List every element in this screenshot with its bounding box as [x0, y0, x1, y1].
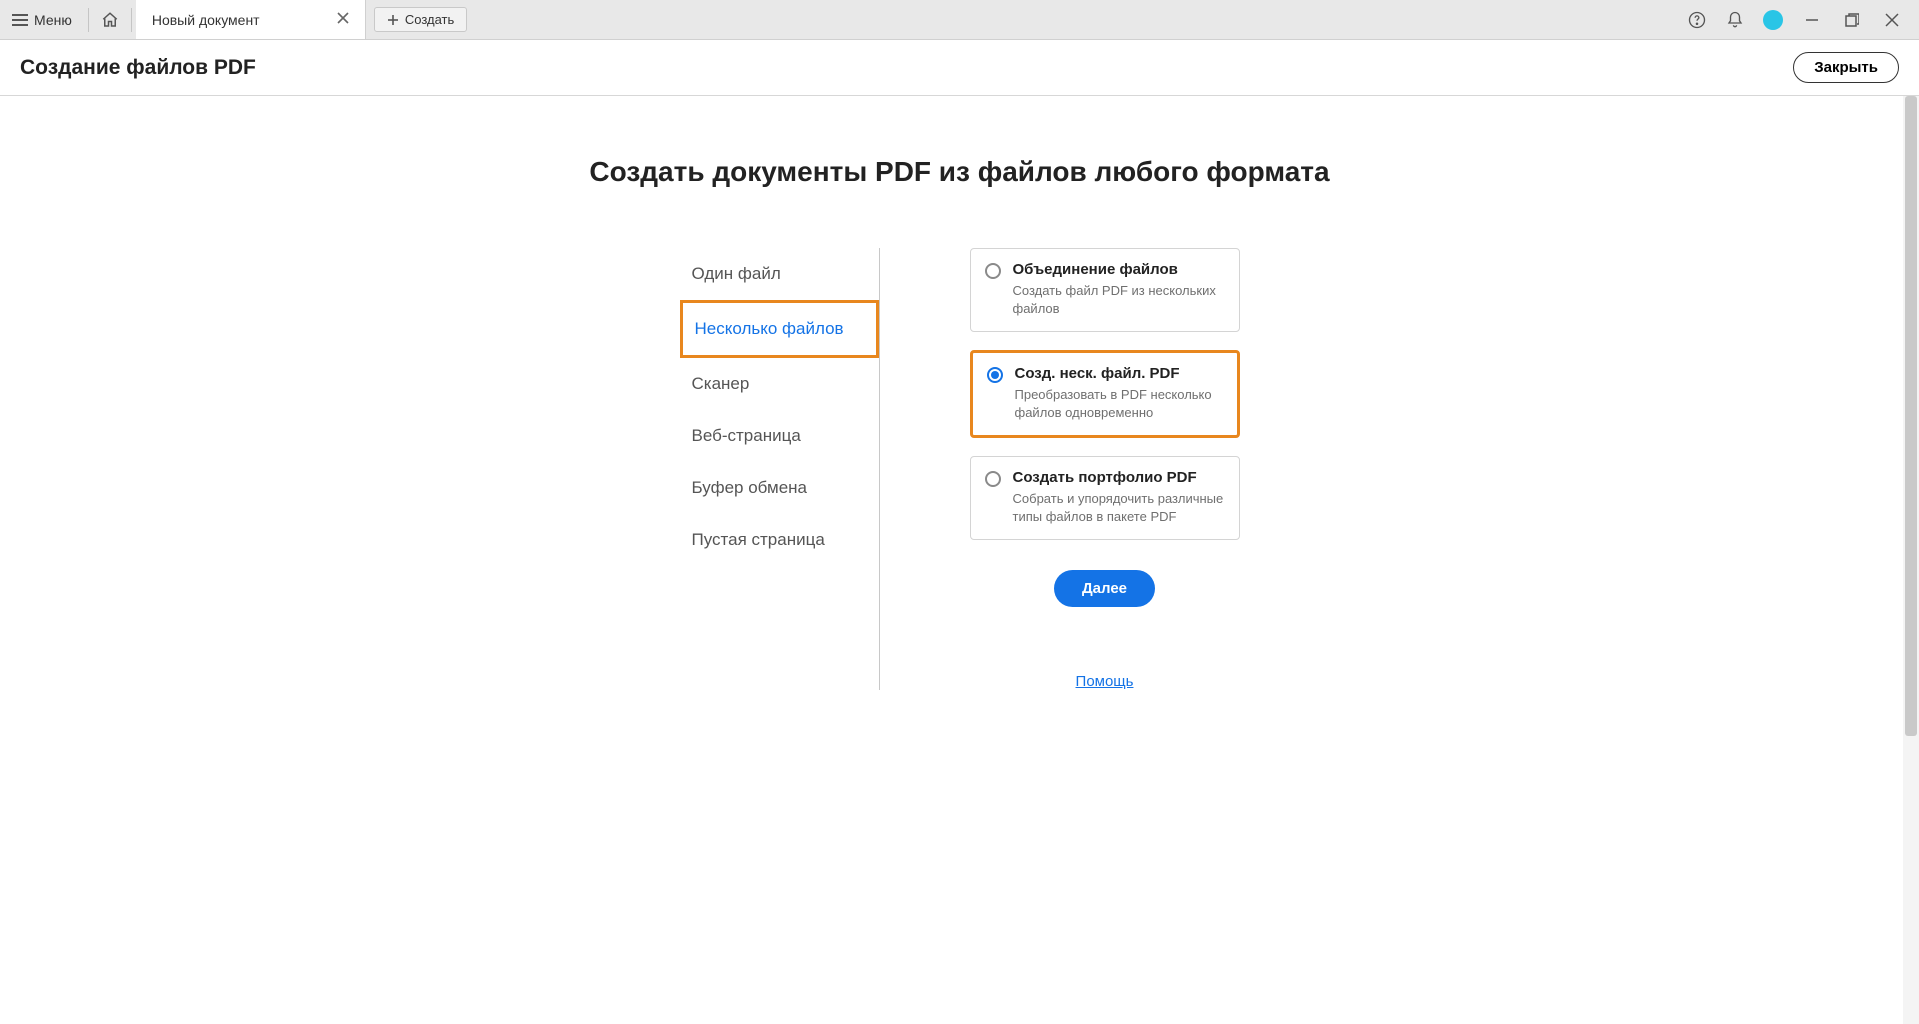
menu-label: Меню: [34, 12, 72, 28]
tab-label: Новый документ: [152, 12, 260, 28]
scrollbar-thumb[interactable]: [1905, 96, 1917, 736]
option-desc: Преобразовать в PDF несколько файлов одн…: [1015, 386, 1223, 421]
app-toolbar: Меню Новый документ Создать: [0, 0, 1919, 40]
help-button[interactable]: [1687, 10, 1707, 30]
home-button[interactable]: [93, 0, 127, 39]
options-column: Объединение файлов Создать файл PDF из н…: [970, 248, 1240, 690]
main-content: Создать документы PDF из файлов любого ф…: [0, 96, 1919, 690]
option-combine-files[interactable]: Объединение файлов Создать файл PDF из н…: [970, 248, 1240, 332]
sidenav-item-clipboard[interactable]: Буфер обмена: [680, 462, 879, 514]
tab-close-button[interactable]: [331, 9, 355, 31]
divider: [131, 8, 132, 32]
sidenav-item-multiple-files[interactable]: Несколько файлов: [680, 300, 879, 358]
wizard-pane: Один файл Несколько файлов Сканер Веб-ст…: [680, 248, 1240, 690]
hamburger-icon: [12, 14, 28, 26]
close-icon: [337, 12, 349, 24]
option-title: Созд. неск. файл. PDF: [1015, 365, 1223, 382]
divider: [88, 8, 89, 32]
option-create-portfolio[interactable]: Создать портфолио PDF Собрать и упорядоч…: [970, 456, 1240, 540]
option-title: Создать портфолио PDF: [1013, 469, 1225, 486]
option-desc: Собрать и упорядочить различные типы фай…: [1013, 490, 1225, 525]
next-button[interactable]: Далее: [1054, 570, 1155, 607]
create-button[interactable]: Создать: [374, 7, 467, 32]
sidenav-item-blank-page[interactable]: Пустая страница: [680, 514, 879, 566]
radio-icon: [985, 471, 1001, 487]
toolbar-right: [1687, 9, 1919, 31]
user-avatar[interactable]: [1763, 10, 1783, 30]
page-header: Создание файлов PDF Закрыть: [0, 40, 1919, 96]
notifications-button[interactable]: [1725, 10, 1745, 30]
window-maximize-button[interactable]: [1841, 9, 1863, 31]
close-button[interactable]: Закрыть: [1793, 52, 1899, 83]
window-close-button[interactable]: [1881, 9, 1903, 31]
close-icon: [1885, 13, 1899, 27]
sidenav-item-single-file[interactable]: Один файл: [680, 248, 879, 300]
vertical-scrollbar[interactable]: [1903, 96, 1919, 1024]
bell-icon: [1726, 11, 1744, 29]
menu-button[interactable]: Меню: [0, 0, 84, 39]
window-minimize-button[interactable]: [1801, 9, 1823, 31]
page-title: Создание файлов PDF: [20, 56, 256, 80]
option-desc: Создать файл PDF из нескольких файлов: [1013, 282, 1225, 317]
plus-icon: [387, 14, 399, 26]
minimize-icon: [1805, 13, 1819, 27]
main-heading: Создать документы PDF из файлов любого ф…: [589, 156, 1329, 188]
radio-icon: [985, 263, 1001, 279]
maximize-icon: [1845, 13, 1859, 27]
source-sidenav: Один файл Несколько файлов Сканер Веб-ст…: [680, 248, 880, 690]
option-title: Объединение файлов: [1013, 261, 1225, 278]
sidenav-item-webpage[interactable]: Веб-страница: [680, 410, 879, 462]
document-tab[interactable]: Новый документ: [136, 0, 366, 39]
help-icon: [1688, 11, 1706, 29]
create-label: Создать: [405, 12, 454, 27]
option-create-multiple-pdf[interactable]: Созд. неск. файл. PDF Преобразовать в PD…: [970, 350, 1240, 438]
help-link[interactable]: Помощь: [1076, 673, 1134, 690]
radio-icon: [987, 367, 1003, 383]
sidenav-item-scanner[interactable]: Сканер: [680, 358, 879, 410]
home-icon: [101, 11, 119, 29]
